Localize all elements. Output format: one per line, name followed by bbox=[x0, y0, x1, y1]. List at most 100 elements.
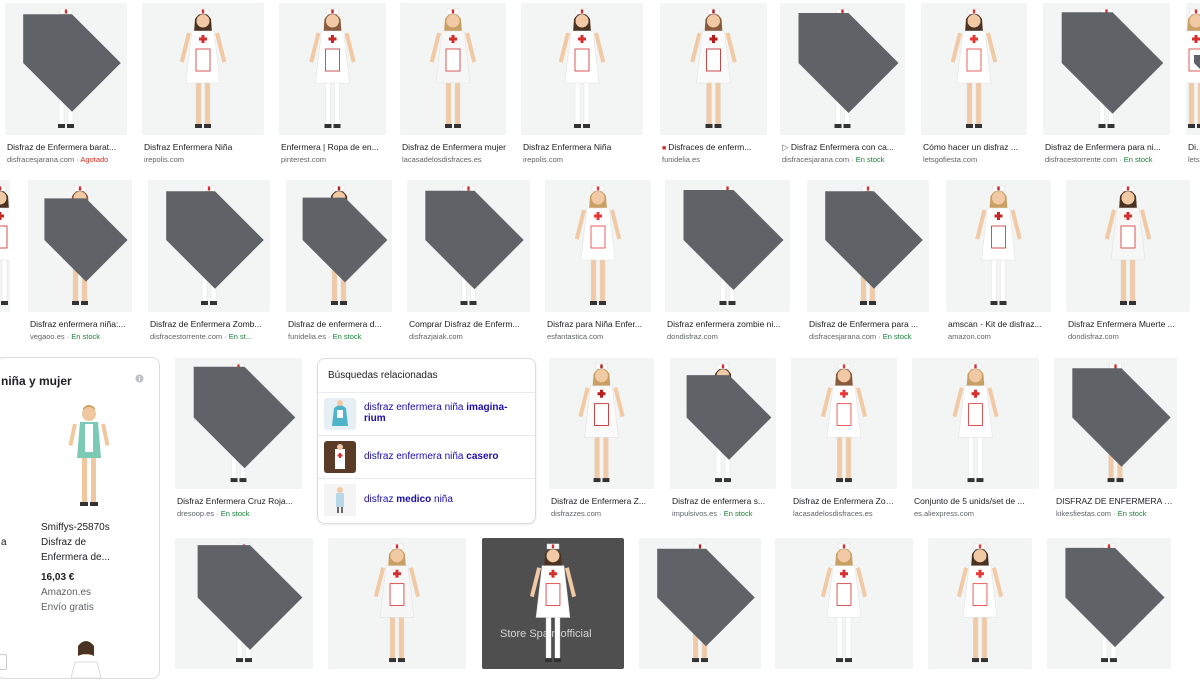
result-title[interactable]: Disfraz de Enfermera Zomb... bbox=[150, 319, 270, 329]
result-thumbnail[interactable] bbox=[928, 538, 1032, 669]
image-result[interactable]: ...... bbox=[0, 180, 10, 338]
result-thumbnail[interactable] bbox=[142, 3, 264, 135]
result-thumbnail[interactable] bbox=[521, 3, 643, 135]
result-thumbnail[interactable] bbox=[1054, 358, 1177, 489]
image-result[interactable]: Disfraz de Enfermera mujerlacasadelosdis… bbox=[400, 3, 506, 161]
image-result[interactable]: Cómo hacer un disfraz ...letsgofiesta.co… bbox=[921, 3, 1027, 161]
result-thumbnail[interactable] bbox=[175, 358, 302, 489]
image-result[interactable]: ■ Disfraces de enferm...funidelia.es bbox=[660, 3, 767, 161]
image-result[interactable]: amscan - Kit de disfraz...amazon.com bbox=[946, 180, 1051, 338]
result-title[interactable]: Disfraz de Enfermera para ... bbox=[809, 319, 929, 329]
image-result[interactable] bbox=[775, 538, 913, 695]
image-result[interactable] bbox=[175, 538, 313, 695]
image-result[interactable]: Disfraz de enfermera s...impulsivos.es ·… bbox=[670, 358, 776, 515]
result-title[interactable]: Enfermera | Ropa de en... bbox=[281, 142, 386, 152]
result-title[interactable]: Cómo hacer un disfraz ... bbox=[923, 142, 1027, 152]
image-result[interactable]: ▷ Disfraz Enfermera con ca...disfracesja… bbox=[780, 3, 905, 161]
image-result[interactable]: Store Spain official bbox=[482, 538, 624, 695]
image-result[interactable] bbox=[328, 538, 466, 695]
result-title[interactable]: Disfraz de Enfermera barat... bbox=[7, 142, 127, 152]
image-result[interactable]: Disfraz de Enfermera Zom...lacasadelosdi… bbox=[791, 358, 897, 515]
result-thumbnail[interactable] bbox=[775, 538, 913, 669]
image-result[interactable]: Disfraz Enfermera Muerte ...dondisfraz.c… bbox=[1066, 180, 1190, 338]
image-result[interactable] bbox=[639, 538, 761, 695]
result-thumbnail[interactable] bbox=[1186, 3, 1200, 135]
product-title[interactable]: Smiffys-25870s Disfraz de Enfermera de..… bbox=[41, 520, 110, 565]
result-title[interactable]: Disfraz de Enfermera para ni... bbox=[1045, 142, 1170, 152]
result-title[interactable]: Disfraz de Enfermera Zom... bbox=[793, 496, 897, 506]
result-title[interactable]: Conjunto de 5 unids/set de ... bbox=[914, 496, 1039, 506]
result-title[interactable]: Disfraz de enfermera d... bbox=[288, 319, 392, 329]
image-result[interactable]: Comprar Disfraz de Enferm...disfrazjaiak… bbox=[407, 180, 530, 338]
result-thumbnail[interactable] bbox=[545, 180, 651, 312]
result-thumbnail[interactable] bbox=[279, 3, 386, 135]
result-title[interactable]: amscan - Kit de disfraz... bbox=[948, 319, 1051, 329]
image-result[interactable]: Disfraz enfermera niña:...vegaoo.es · En… bbox=[28, 180, 132, 338]
related-search-item-casero[interactable]: disfraz enfermera niña casero bbox=[318, 435, 535, 478]
result-title[interactable]: ▷ Disfraz Enfermera con ca... bbox=[782, 142, 905, 153]
result-thumbnail[interactable] bbox=[1047, 538, 1171, 669]
result-thumbnail[interactable] bbox=[946, 180, 1051, 312]
related-search-item-medico[interactable]: disfraz medico niña bbox=[318, 478, 535, 521]
image-result[interactable]: DISFRAZ DE ENFERMERA NI...kikesfiestas.c… bbox=[1054, 358, 1177, 515]
image-result[interactable]: Disfraz Enfermera Niñairepolis.com bbox=[142, 3, 264, 161]
carousel-arrow[interactable] bbox=[0, 654, 7, 670]
result-thumbnail[interactable] bbox=[549, 358, 654, 489]
result-title[interactable]: Comprar Disfraz de Enferm... bbox=[409, 319, 530, 329]
result-title[interactable]: Disfraz Enfermera Muerte ... bbox=[1068, 319, 1190, 329]
result-title[interactable]: Disfraz enfermera zombie ni... bbox=[667, 319, 790, 329]
result-title[interactable]: Disfraz para Niña Enfer... bbox=[547, 319, 651, 329]
image-result[interactable] bbox=[1047, 538, 1171, 695]
result-thumbnail[interactable] bbox=[921, 3, 1027, 135]
info-icon[interactable] bbox=[135, 374, 144, 383]
result-thumbnail[interactable] bbox=[148, 180, 270, 312]
result-title[interactable]: Disfraz de Enfermera Z... bbox=[551, 496, 654, 506]
result-thumbnail[interactable] bbox=[400, 3, 506, 135]
result-title[interactable]: ... bbox=[0, 319, 10, 329]
result-title[interactable]: Dis... bbox=[1188, 142, 1200, 152]
image-result[interactable]: Conjunto de 5 unids/set de ...es.aliexpr… bbox=[912, 358, 1039, 515]
result-thumbnail[interactable] bbox=[912, 358, 1039, 489]
result-title[interactable]: Disfraz enfermera niña:... bbox=[30, 319, 132, 329]
product-image[interactable] bbox=[59, 402, 119, 514]
result-thumbnail[interactable]: Store Spain official bbox=[482, 538, 624, 669]
image-result[interactable]: Disfraz para Niña Enfer...esfantastica.c… bbox=[545, 180, 651, 338]
result-thumbnail[interactable] bbox=[791, 358, 897, 489]
image-result[interactable]: Disfraz de enfermera d...funidelia.es · … bbox=[286, 180, 392, 338]
image-result[interactable]: Disfraz de Enfermera para ni...disfraces… bbox=[1043, 3, 1170, 161]
image-result[interactable]: Disfraz enfermera zombie ni...dondisfraz… bbox=[665, 180, 790, 338]
result-title[interactable]: Disfraz de Enfermera mujer bbox=[402, 142, 506, 152]
result-title[interactable]: Disfraz Enfermera Cruz Roja... bbox=[177, 496, 302, 506]
result-thumbnail[interactable] bbox=[780, 3, 905, 135]
image-result[interactable]: Disfraz de Enfermera Z...disfrazzes.com bbox=[549, 358, 654, 515]
result-thumbnail[interactable] bbox=[665, 180, 790, 312]
result-thumbnail[interactable] bbox=[286, 180, 392, 312]
image-result[interactable]: Disfraz de Enfermera para ...disfracesja… bbox=[807, 180, 929, 338]
result-thumbnail[interactable] bbox=[5, 3, 127, 135]
result-title[interactable]: Disfraz Enfermera Niña bbox=[523, 142, 643, 152]
result-thumbnail[interactable] bbox=[175, 538, 313, 669]
result-title[interactable]: ■ Disfraces de enferm... bbox=[662, 142, 767, 152]
result-thumbnail[interactable] bbox=[407, 180, 530, 312]
image-result[interactable]: Disfraz de Enfermera barat...disfracesja… bbox=[5, 3, 127, 161]
result-thumbnail[interactable] bbox=[1066, 180, 1190, 312]
result-title[interactable]: Disfraz de enfermera s... bbox=[672, 496, 776, 506]
result-thumbnail[interactable] bbox=[670, 358, 776, 489]
image-result[interactable] bbox=[928, 538, 1032, 695]
image-result[interactable]: Disfraz de Enfermera Zomb...disfracestor… bbox=[148, 180, 270, 338]
result-thumbnail[interactable] bbox=[639, 538, 761, 669]
result-title[interactable]: DISFRAZ DE ENFERMERA NI... bbox=[1056, 496, 1177, 506]
result-thumbnail[interactable] bbox=[328, 538, 466, 669]
result-thumbnail[interactable] bbox=[28, 180, 132, 312]
result-title[interactable]: Disfraz Enfermera Niña bbox=[144, 142, 264, 152]
image-result[interactable]: Disfraz Enfermera Cruz Roja...dresoop.es… bbox=[175, 358, 302, 515]
product-image[interactable] bbox=[61, 634, 111, 678]
related-search-item-imaginarium[interactable]: disfraz enfermera niña imagina-rium bbox=[318, 392, 535, 435]
image-result[interactable]: Dis...lets... bbox=[1186, 3, 1200, 161]
result-thumbnail[interactable] bbox=[660, 3, 767, 135]
result-thumbnail[interactable] bbox=[0, 180, 10, 312]
result-thumbnail[interactable] bbox=[1043, 3, 1170, 135]
image-result[interactable]: Enfermera | Ropa de en...pinterest.com bbox=[279, 3, 386, 161]
result-thumbnail[interactable] bbox=[807, 180, 929, 312]
image-result[interactable]: Disfraz Enfermera Niñairepolis.com bbox=[521, 3, 643, 161]
